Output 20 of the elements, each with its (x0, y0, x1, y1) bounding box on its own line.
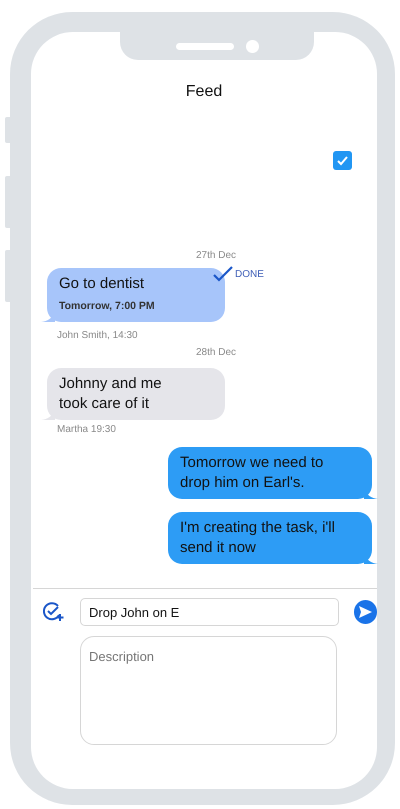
task-due-time: Tomorrow, 7:00 PM (59, 299, 156, 314)
screen-title: Feed (184, 82, 224, 102)
task-title: Go to dentist (59, 274, 146, 294)
send-button[interactable] (354, 600, 377, 624)
description-field[interactable]: Description (80, 636, 337, 745)
checkmark-icon (336, 154, 349, 167)
message-text: Tomorrow we need to drop him on Earl's. (180, 454, 324, 491)
filter-checkbox[interactable] (333, 151, 352, 170)
speaker-slot (176, 42, 234, 50)
message-meta: Martha 19:30 (56, 423, 117, 437)
add-task-icon[interactable] (43, 602, 65, 622)
date-label: 27th Dec (194, 249, 236, 263)
date-label: 28th Dec (194, 346, 236, 360)
task-title-field[interactable]: Drop John on E (80, 598, 339, 626)
message-text: Johnny and me took care of it (59, 375, 162, 412)
task-status: DONE (235, 268, 264, 282)
send-icon (358, 606, 372, 618)
camera-dot (246, 40, 258, 52)
message-text: I'm creating the task, i'll send it now (180, 519, 335, 556)
message-meta: John Smith, 14:30 (56, 329, 139, 343)
